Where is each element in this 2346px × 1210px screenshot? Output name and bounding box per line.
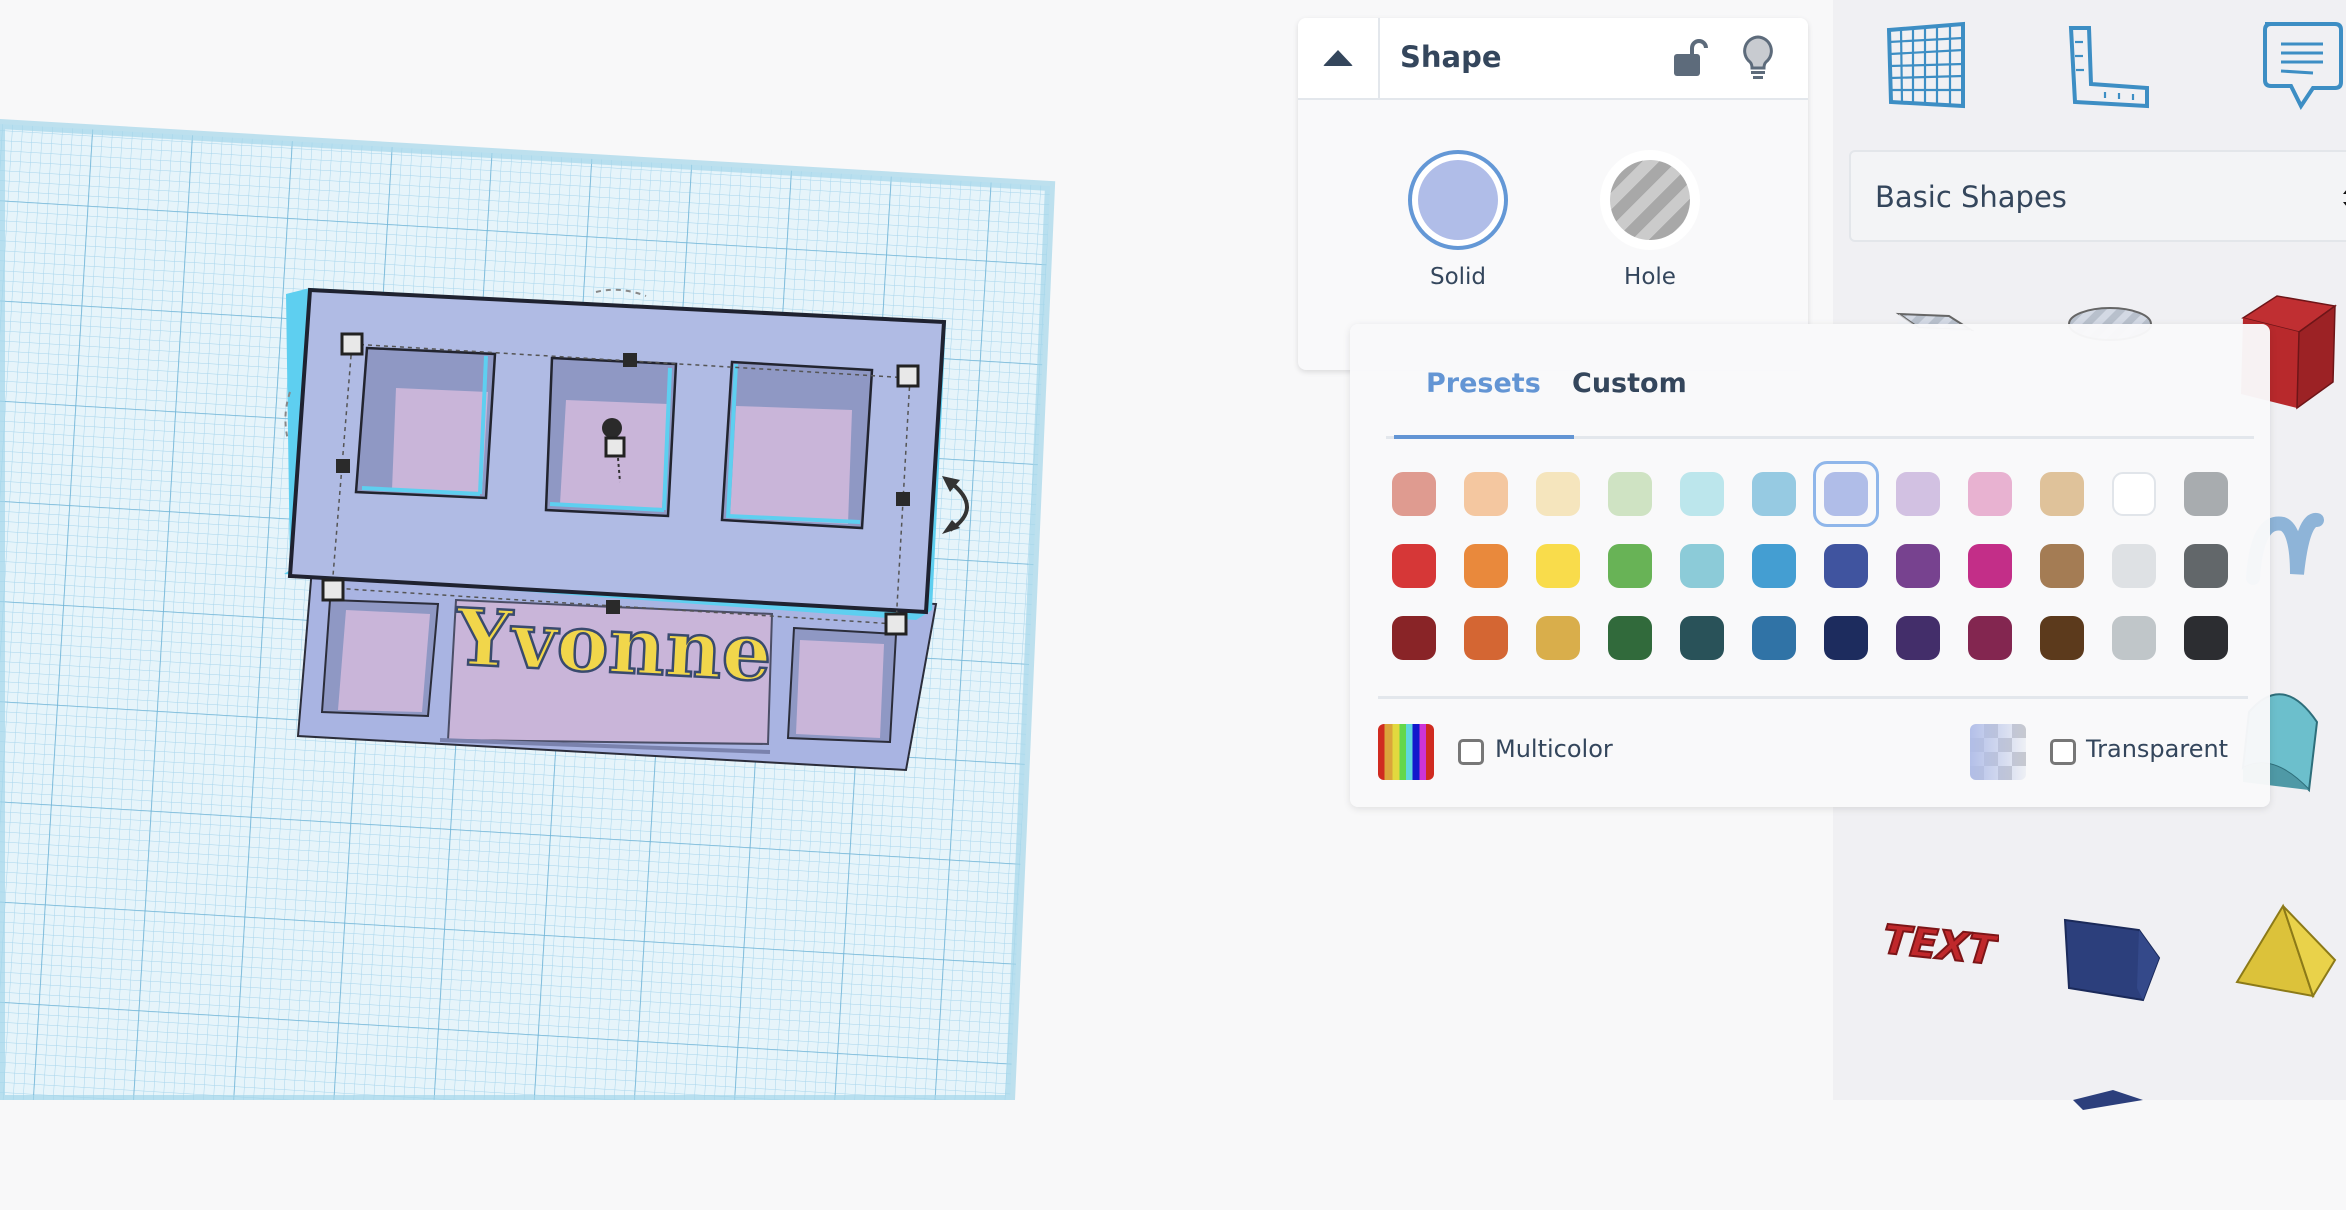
category-selected-value: Basic Shapes xyxy=(1875,180,2067,214)
color-swatch[interactable] xyxy=(1392,544,1436,588)
color-swatch[interactable] xyxy=(1752,544,1796,588)
color-swatch[interactable] xyxy=(2040,616,2084,660)
color-swatch[interactable] xyxy=(2112,544,2156,588)
unlock-icon[interactable] xyxy=(1670,38,1710,78)
color-swatch[interactable] xyxy=(2184,616,2228,660)
panel-title: Shape xyxy=(1400,40,1502,74)
hole-button[interactable]: Hole xyxy=(1590,150,1710,290)
height-handle[interactable] xyxy=(602,418,622,438)
active-tab-indicator xyxy=(1394,435,1574,439)
color-swatch[interactable] xyxy=(1608,616,1652,660)
edge-handle[interactable] xyxy=(896,492,910,506)
color-swatch[interactable] xyxy=(2040,472,2084,516)
color-swatch[interactable] xyxy=(2112,472,2156,516)
resize-handle[interactable] xyxy=(896,364,920,388)
solid-button[interactable]: Solid xyxy=(1398,150,1518,290)
resize-handle[interactable] xyxy=(321,578,345,602)
collapse-panel-button[interactable] xyxy=(1298,18,1380,98)
color-swatch[interactable] xyxy=(1608,472,1652,516)
resize-handle[interactable] xyxy=(884,612,908,636)
select-arrows-icon xyxy=(2343,190,2346,206)
color-swatch[interactable] xyxy=(1608,544,1652,588)
color-swatch[interactable] xyxy=(2040,544,2084,588)
multicolor-label: Multicolor xyxy=(1495,735,1613,763)
text-shape[interactable]: TEXT xyxy=(1869,878,1999,1008)
color-swatch[interactable] xyxy=(1680,544,1724,588)
color-swatch[interactable] xyxy=(1824,544,1868,588)
wedge-shape[interactable] xyxy=(2043,878,2173,1008)
color-swatch[interactable] xyxy=(1464,616,1508,660)
transparent-label: Transparent xyxy=(2086,735,2229,763)
color-swatch[interactable] xyxy=(1536,616,1580,660)
color-swatch[interactable] xyxy=(1464,472,1508,516)
shape-category-select[interactable]: Basic Shapes xyxy=(1849,150,2346,242)
color-swatch[interactable] xyxy=(1896,616,1940,660)
upper-window-right xyxy=(720,360,874,530)
note-bubble-icon[interactable] xyxy=(2251,18,2346,118)
color-swatch[interactable] xyxy=(1752,472,1796,516)
color-swatch[interactable] xyxy=(2184,544,2228,588)
color-swatch[interactable] xyxy=(1752,616,1796,660)
color-swatch[interactable] xyxy=(1824,616,1868,660)
selected-model[interactable]: Yvonne xyxy=(0,0,1100,1100)
multicolor-icon xyxy=(1378,724,1434,780)
tab-custom[interactable]: Custom xyxy=(1572,368,1687,399)
hole-pattern-circle xyxy=(1600,150,1700,250)
edge-handle[interactable] xyxy=(336,459,350,473)
color-tabs: Presets Custom xyxy=(1386,324,2254,439)
upper-window-left xyxy=(354,346,497,500)
rotate-handle[interactable] xyxy=(595,288,647,297)
color-swatch[interactable] xyxy=(1536,544,1580,588)
color-swatch[interactable] xyxy=(1680,616,1724,660)
color-swatch[interactable] xyxy=(1813,461,1879,527)
color-swatch[interactable] xyxy=(1968,472,2012,516)
color-swatch[interactable] xyxy=(2112,616,2156,660)
ruler-icon[interactable] xyxy=(2061,18,2161,118)
color-swatch[interactable] xyxy=(2184,472,2228,516)
color-swatch[interactable] xyxy=(1392,472,1436,516)
color-swatch[interactable] xyxy=(1968,544,2012,588)
color-swatch[interactable] xyxy=(1896,472,1940,516)
shape-inspector-panel: Shape Solid Hole xyxy=(1298,18,1808,370)
transparent-icon xyxy=(1970,724,2026,780)
pyramid-shape[interactable] xyxy=(2213,878,2343,1008)
color-swatch[interactable] xyxy=(1536,472,1580,516)
color-swatch[interactable] xyxy=(1680,472,1724,516)
edge-handle[interactable] xyxy=(623,353,637,367)
color-swatch-grid xyxy=(1392,461,2252,672)
color-picker-popup: Presets Custom Multicolor Transparent xyxy=(1350,324,2270,807)
solid-color-circle xyxy=(1408,150,1508,250)
color-swatch[interactable] xyxy=(1392,616,1436,660)
resize-handle[interactable] xyxy=(340,332,364,356)
workplane-grid-icon[interactable] xyxy=(1875,18,1975,118)
lightbulb-icon[interactable] xyxy=(1738,34,1778,82)
caret-up-icon xyxy=(1323,50,1353,66)
shape-panel-header: Shape xyxy=(1298,18,1808,100)
color-swatch[interactable] xyxy=(1896,544,1940,588)
color-swatch[interactable] xyxy=(1464,544,1508,588)
divider xyxy=(1378,696,2248,699)
lift-handle[interactable] xyxy=(604,436,626,458)
multicolor-checkbox[interactable] xyxy=(1458,739,1484,765)
solid-label: Solid xyxy=(1429,264,1487,290)
color-swatch[interactable] xyxy=(1968,616,2012,660)
tab-presets[interactable]: Presets xyxy=(1426,368,1541,399)
transparent-checkbox[interactable] xyxy=(2050,739,2076,765)
svg-text:TEXT: TEXT xyxy=(1881,917,1999,975)
edge-handle[interactable] xyxy=(606,600,620,614)
hole-label: Hole xyxy=(1624,264,1676,290)
